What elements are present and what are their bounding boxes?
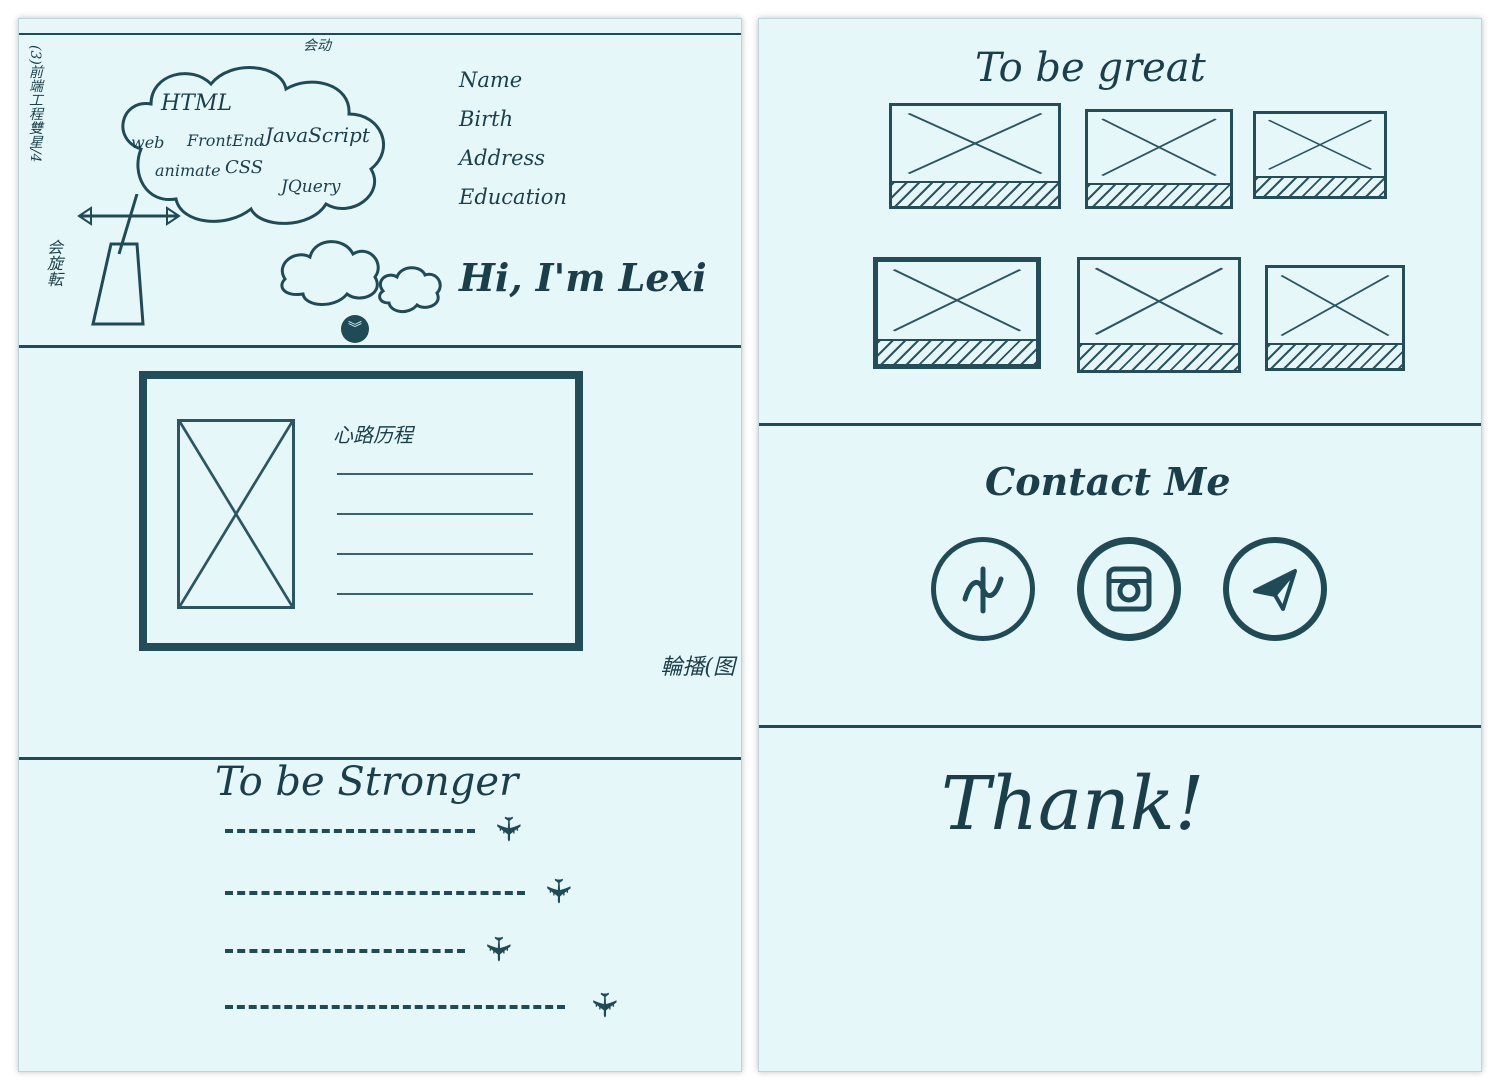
project-thumbnail[interactable] [1253,111,1387,199]
carousel-card[interactable]: 心路历程 [139,371,583,651]
flight-row: ✈ [225,929,545,969]
text-line [337,473,533,475]
airplane-icon: ✈ [583,990,624,1020]
flight-row: ✈ [225,871,585,911]
project-thumbnail[interactable] [1265,265,1405,371]
project-thumbnail[interactable] [889,103,1061,209]
project-thumbnail[interactable] [1077,257,1241,373]
small-clouds [280,240,442,313]
flight-row: ✈ [225,809,555,849]
dashed-trail [225,1005,565,1009]
airplane-icon: ✈ [487,814,528,844]
project-thumbnail[interactable] [1085,109,1233,209]
dashed-trail [225,829,475,833]
carousel-note: 輪播(图 [660,655,735,680]
greeting-heading: Hi, I'm Lexi [459,255,707,300]
profile-field-name: Name [459,68,523,92]
text-line [337,553,533,555]
skill-javascript: JavaScript [265,123,370,147]
right-sketch-photo: To be great Contact Me Thank! [758,18,1482,1072]
project-thumbnail[interactable] [873,257,1041,369]
flight-row: ✈ [225,985,635,1025]
left-sketch-photo: (3)前端工程雙星/4 HTML web FrontEnd JavaScript… [18,18,742,1072]
facebook-icon[interactable] [931,537,1035,641]
rotate-note: 会旋転 [44,239,63,287]
skill-html: HTML [161,91,232,116]
instagram-icon[interactable] [1077,537,1181,641]
stronger-title: To be Stronger [215,759,519,805]
airplane-icon: ✈ [477,934,518,964]
profile-field-address: Address [459,146,546,170]
carousel-title: 心路历程 [333,423,413,447]
dashed-trail [225,891,525,895]
airplane-icon: ✈ [537,876,578,906]
windmill-icon [77,194,181,326]
skill-css: CSS [225,157,264,178]
dashed-trail [225,949,465,953]
profile-field-education: Education [459,185,567,209]
contact-title: Contact Me [985,459,1231,504]
profile-fields: Name Birth Address Education [459,61,567,217]
section-divider [759,725,1481,728]
scroll-down-icon[interactable]: ︾ [341,315,369,343]
skill-animate: animate [155,161,221,180]
section-divider [759,423,1481,426]
thank-you-text: Thank! [941,761,1205,847]
profile-field-birth: Birth [459,107,514,131]
skill-jquery: JQuery [281,177,341,197]
send-plane-icon[interactable] [1223,537,1327,641]
section-divider [19,345,741,348]
image-placeholder [177,419,295,609]
skill-frontend: FrontEnd [187,131,265,150]
header-sketch: HTML web FrontEnd JavaScript animate CSS… [19,19,741,354]
skill-web: web [131,133,165,152]
text-line [337,593,533,595]
text-line [337,513,533,515]
cloud-note: 会动 [303,38,331,54]
great-title: To be great [975,45,1206,91]
